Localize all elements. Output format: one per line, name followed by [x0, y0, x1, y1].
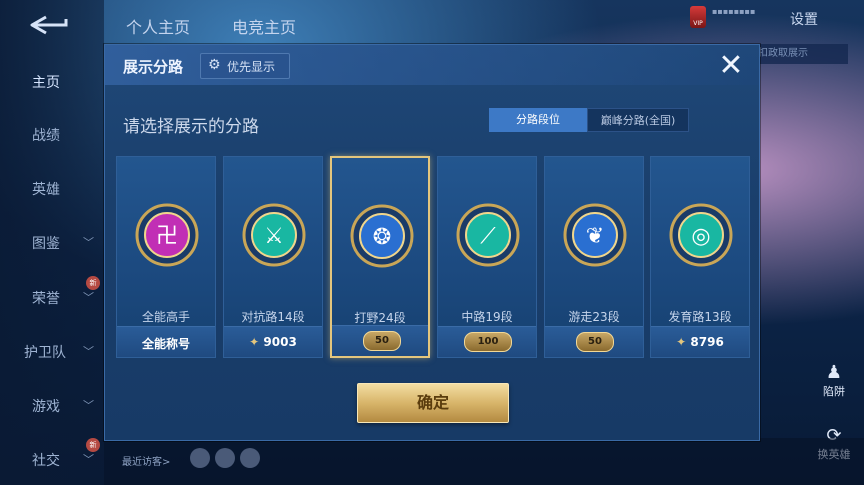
recent-visitors-link[interactable]: 最近访客> [122, 453, 170, 468]
lane-card-foot-text: 9003 [263, 335, 297, 349]
jungle-emblem-icon: ❂ [350, 204, 414, 268]
nav-label: 荣誉 [32, 291, 60, 307]
svg-text:卍: 卍 [156, 224, 178, 249]
vip-icon: VIP [690, 6, 706, 28]
svg-text:⚔: ⚔ [264, 224, 284, 249]
chevron-down-icon: ﹀ [83, 399, 94, 412]
lane-card[interactable]: ⚔ 对抗路14段 ✦ 9003 [223, 156, 323, 358]
all-round-emblem-icon: 卍 [135, 203, 199, 267]
nav-item-games[interactable]: 游戏 ﹀ [0, 390, 104, 420]
priority-display-button[interactable]: ⚙ 优先显示 [200, 53, 290, 79]
svg-text:⟋: ⟋ [480, 224, 496, 249]
lane-card[interactable]: 卍全能高手 全能称号 [116, 156, 216, 358]
settings-button[interactable]: 设置 [790, 9, 818, 29]
figure-icon: ♟ [825, 362, 843, 383]
tab-personal[interactable]: 个人主页 [126, 14, 190, 38]
nav-item-heroes[interactable]: 英雄 [0, 173, 104, 203]
chevron-down-icon: ﹀ [83, 291, 94, 304]
svg-text:◎: ◎ [691, 224, 710, 249]
lane-card-footer: 全能称号 [117, 326, 215, 357]
lane-score: ✦ 8796 [651, 335, 749, 349]
lane-card-footer: 100 [438, 326, 536, 357]
dialog-subtitle: 请选择展示的分路 [123, 117, 259, 137]
nav-item-codex[interactable]: 图鉴 ﹀ [0, 227, 104, 257]
lane-card-foot-text: 全能称号 [141, 337, 190, 351]
avatar[interactable] [215, 448, 235, 468]
nav-label: 护卫队 [24, 345, 66, 361]
nav-label: 图鉴 [32, 236, 60, 252]
lane-card-footer: ✦ 8796 [651, 326, 749, 357]
lane-card-name: 游走23段 [568, 310, 620, 324]
trap-button[interactable]: ♟ 陷阱 [812, 362, 856, 402]
nav-label: 社交 [32, 453, 60, 469]
chevron-down-icon: ﹀ [83, 453, 94, 466]
lane-card-name: 全能高手 [141, 310, 190, 324]
nav-item-guard[interactable]: 护卫队 ﹀ [0, 336, 104, 366]
confirm-button[interactable]: 确定 [357, 383, 509, 423]
nav-label: 主页 [32, 75, 60, 91]
close-icon[interactable]: ✕ [713, 49, 749, 85]
lane-card-footer: 50 [545, 326, 643, 357]
lane-card[interactable]: ❦ 游走23段 50 [544, 156, 644, 358]
lane-card-name: 发育路13段 [668, 310, 732, 324]
lane-card-footer: 50 [332, 325, 428, 356]
avatar[interactable] [240, 448, 260, 468]
dialog-title: 展示分路 [123, 58, 184, 76]
mid-lane-emblem-icon: ⟋ [456, 203, 520, 267]
svg-text:❂: ❂ [373, 225, 391, 250]
priority-label: 优先显示 [227, 60, 276, 74]
new-badge: 新 [86, 438, 100, 452]
farm-lane-emblem-icon: ◎ [669, 203, 733, 267]
rank-star-badge: 100 [464, 332, 512, 352]
nav-item-home[interactable]: 主页 [0, 66, 104, 96]
trap-label: 陷阱 [823, 385, 845, 398]
lane-display-dialog: 展示分路 ⚙ 优先显示 ✕ 请选择展示的分路 分路段位 巅峰分路(全国) 卍全能… [104, 44, 760, 441]
rank-star-badge: 50 [576, 332, 614, 352]
tab-lane-rank[interactable]: 分路段位 [489, 108, 587, 132]
nav-item-social[interactable]: 社交 ﹀ 新 [0, 438, 104, 474]
svg-text:❦: ❦ [586, 224, 604, 249]
score-icon: ✦ [249, 335, 264, 349]
chevron-down-icon: ﹀ [83, 236, 94, 249]
nav-item-record[interactable]: 战绩 [0, 119, 104, 149]
roam-emblem-icon: ❦ [563, 203, 627, 267]
lane-card[interactable]: ◎ 发育路13段 ✦ 8796 [650, 156, 750, 358]
tab-peak-lane[interactable]: 巅峰分路(全国) [587, 108, 689, 132]
lane-title: 全能称号 [117, 335, 215, 352]
nav-label: 英雄 [32, 182, 60, 198]
lane-card-name: 打野24段 [354, 311, 406, 325]
score-icon: ✦ [676, 335, 691, 349]
lane-card-foot-text: 8796 [690, 335, 724, 349]
chevron-down-icon: ﹀ [83, 345, 94, 358]
lane-card[interactable]: ❂ 打野24段 50 [330, 156, 430, 358]
lane-card-name: 对抗路14段 [241, 310, 305, 324]
lane-score: ✦ 9003 [224, 335, 322, 349]
side-strip: 扣政取展示 [750, 44, 848, 64]
avatar[interactable] [190, 448, 210, 468]
clash-lane-emblem-icon: ⚔ [242, 203, 306, 267]
nav-item-honor[interactable]: 荣誉 ﹀ 新 [0, 276, 104, 312]
nav-label: 游戏 [32, 399, 60, 415]
nav-label: 战绩 [32, 128, 60, 144]
lane-card-footer: ✦ 9003 [224, 326, 322, 357]
back-arrow-icon[interactable] [26, 14, 72, 36]
lane-card-name: 中路19段 [461, 310, 513, 324]
new-badge: 新 [86, 276, 100, 290]
tab-esports[interactable]: 电竞主页 [232, 14, 296, 38]
vip-info: ▪▪▪▪▪▪▪▪ [712, 7, 756, 16]
gear-icon: ⚙ [208, 57, 221, 73]
rank-star-badge: 50 [363, 331, 401, 351]
left-nav: 主页 战绩 英雄 图鉴 ﹀ 荣誉 ﹀ 新 护卫队 ﹀ 游戏 ﹀ 社交 ﹀ 新 [0, 0, 104, 485]
lane-card[interactable]: ⟋ 中路19段 100 [437, 156, 537, 358]
